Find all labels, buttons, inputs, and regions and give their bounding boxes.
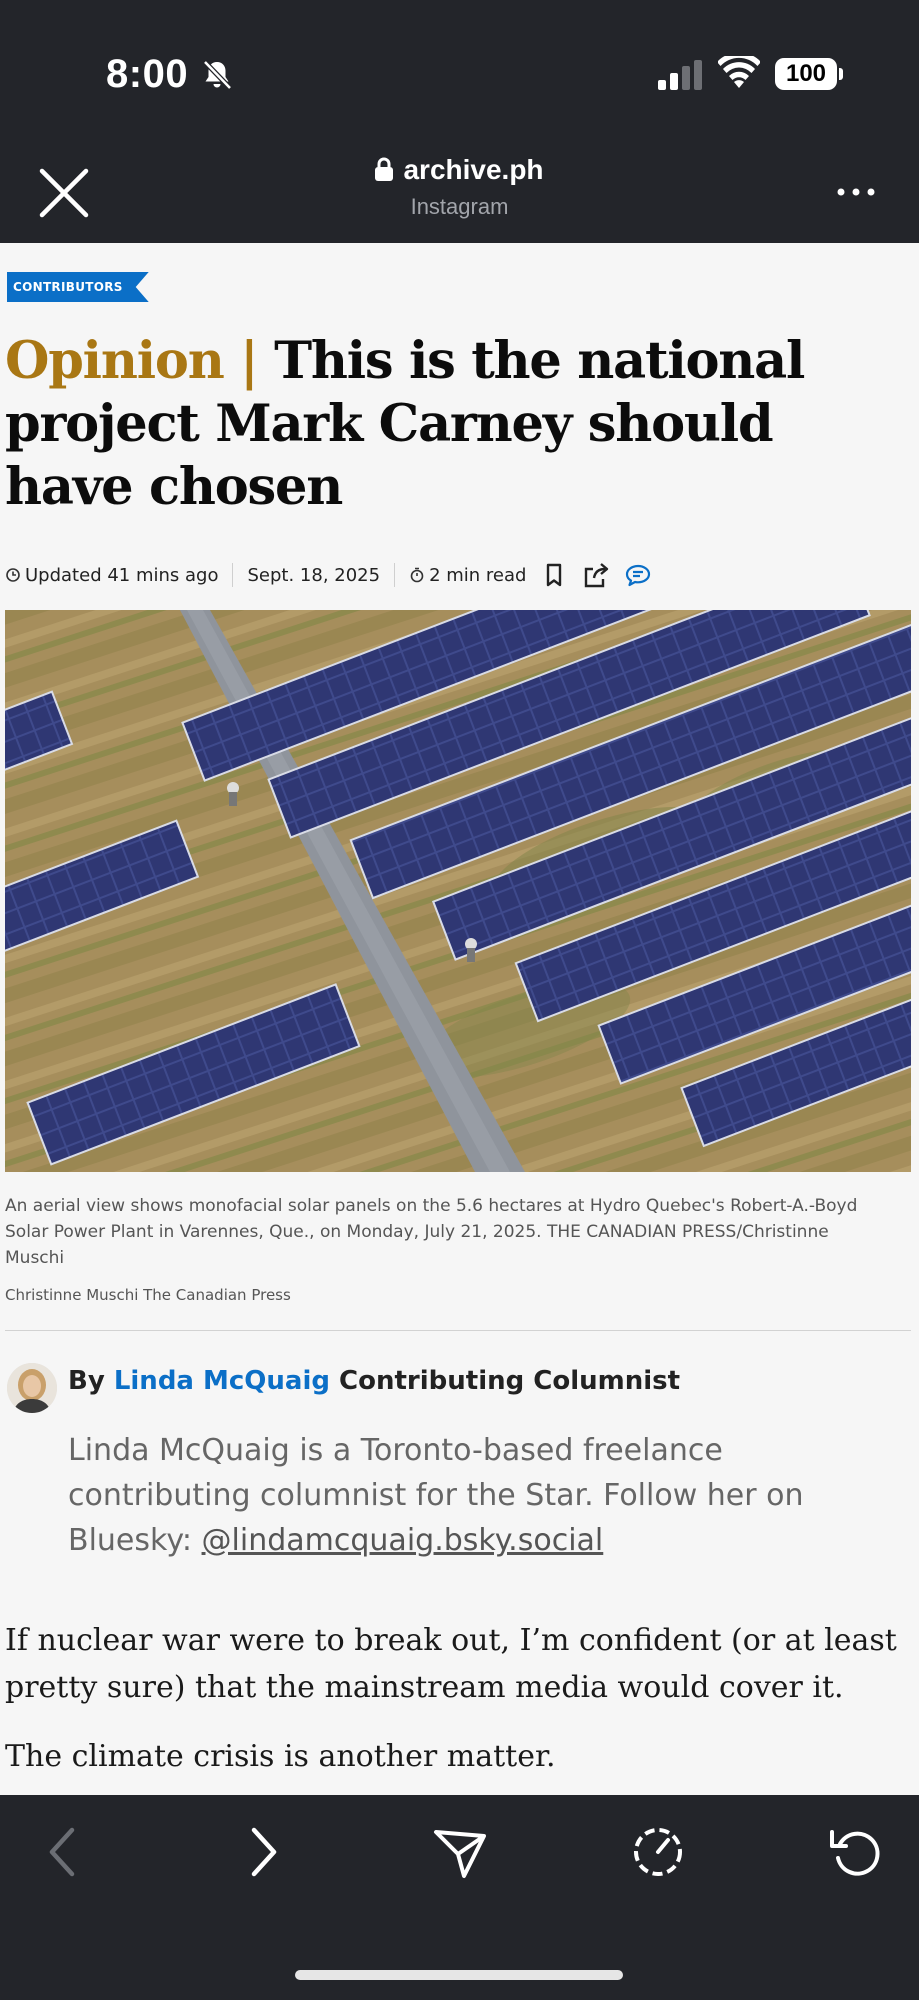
bookmark-icon[interactable]	[540, 561, 568, 589]
article-paragraph: The climate crisis is another matter.	[5, 1739, 556, 1774]
browser-header: 8:00 100 archive.ph Instagram	[0, 0, 919, 243]
author-bio: Linda McQuaig is a Toronto-based freelan…	[68, 1428, 848, 1563]
status-time: 8:00	[106, 52, 189, 96]
article-meta: Updated 41 mins ago Sept. 18, 2025 2 min…	[5, 560, 652, 590]
updated-time: Updated 41 mins ago	[25, 564, 219, 586]
photo-credit: Christinne Muschi The Canadian Press	[5, 1286, 291, 1304]
author-role: Contributing Columnist	[330, 1366, 681, 1396]
url-bar[interactable]: archive.ph	[0, 154, 919, 186]
clock-icon	[6, 568, 20, 582]
publish-date: Sept. 18, 2025	[247, 564, 381, 586]
url-text: archive.ph	[403, 154, 544, 185]
avatar[interactable]	[7, 1363, 57, 1413]
headline: Opinion | This is the national project M…	[5, 330, 910, 519]
meta-divider	[394, 563, 396, 587]
meta-divider	[232, 563, 234, 587]
signal-icon	[658, 60, 702, 90]
bluesky-handle-link[interactable]: @lindamcquaig.bsky.social	[202, 1523, 604, 1558]
home-indicator[interactable]	[295, 1970, 623, 1980]
timer-icon	[410, 567, 424, 583]
author-portrait-icon	[7, 1363, 57, 1413]
byline-prefix: By	[68, 1366, 114, 1396]
byline: By Linda McQuaig Contributing Columnist	[68, 1366, 680, 1396]
site-label: Instagram	[410, 194, 509, 219]
wifi-icon	[718, 56, 760, 88]
lock-icon	[375, 157, 394, 181]
speed-icon[interactable]	[628, 1822, 688, 1882]
share-icon[interactable]	[582, 561, 610, 589]
battery-icon: 100	[775, 58, 843, 90]
comment-icon[interactable]	[624, 561, 652, 589]
section-divider	[5, 1330, 911, 1331]
photo-caption: An aerial view shows monofacial solar pa…	[5, 1196, 858, 1268]
category-tag[interactable]: CONTRIBUTORS	[7, 272, 149, 302]
article-paragraph: If nuclear war were to break out, I’m co…	[5, 1623, 897, 1705]
article-photo	[5, 610, 911, 1172]
read-time: 2 min read	[429, 564, 527, 586]
bell-slash-icon	[203, 60, 232, 90]
more-icon[interactable]	[836, 178, 876, 206]
send-icon[interactable]	[430, 1822, 490, 1882]
solar-farm-image	[5, 610, 911, 1172]
forward-icon[interactable]	[232, 1822, 292, 1882]
opinion-label: Opinion |	[5, 331, 275, 391]
author-link[interactable]: Linda McQuaig	[114, 1366, 330, 1396]
reload-icon[interactable]	[826, 1822, 886, 1882]
back-icon[interactable]	[34, 1822, 94, 1882]
